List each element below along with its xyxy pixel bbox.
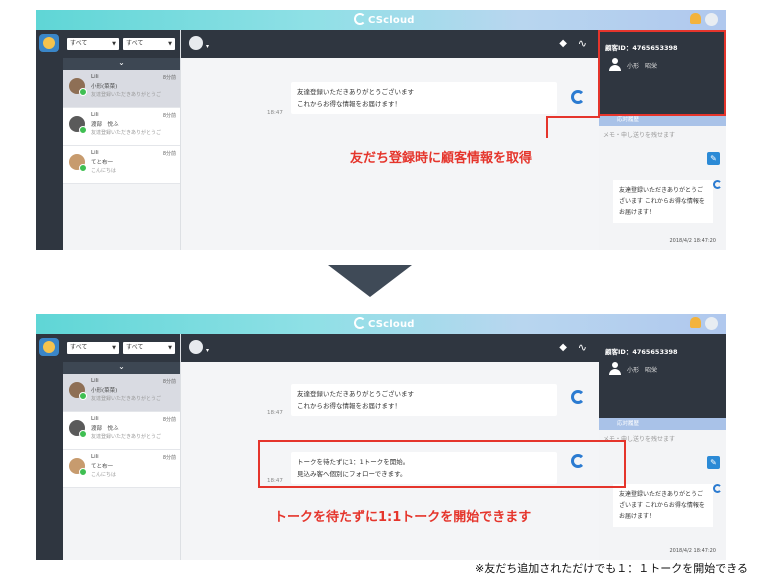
history-date: 2018/4/2 18:47:20 (669, 548, 716, 554)
history-bubble: 友達登録いただきありがとうございます これからお得な情報をお届けます！ (613, 180, 713, 223)
list-item[interactable]: Lili 小形(菜菜) 友達登録いただきありがとうご 8分前 (63, 70, 180, 108)
edit-icon[interactable]: ✎ (707, 152, 720, 165)
message-bubble: 友達登録いただきありがとうございます これからお得な情報をお届けます！ (291, 82, 557, 114)
chevron-down-icon[interactable]: ▾ (206, 43, 209, 50)
edit-icon[interactable]: ✎ (707, 456, 720, 469)
avatar[interactable] (189, 36, 203, 50)
activity-icon[interactable]: ∿ (578, 341, 587, 354)
list-item[interactable]: Lili 渡部 悦ふ 友達登録いただきありがとうご 8分前 (63, 412, 180, 450)
tag-icon[interactable]: ◆ (559, 38, 567, 49)
conversation-list: すべて すべて ⌄ Lili 小形(菜菜) 友達登録いただきありがとうご 8分前… (63, 30, 181, 250)
history-bubble: 友達登録いただきありがとうございます これからお得な情報をお届けます！ (613, 484, 713, 527)
activity-icon[interactable]: ∿ (578, 37, 587, 50)
annotation-text: 友だち登録時に顧客情報を取得 (350, 151, 533, 166)
top-bar: CScloud (36, 314, 726, 334)
app-logo: CScloud (354, 317, 415, 330)
user-menu-icon[interactable] (705, 13, 718, 26)
line-badge-icon (79, 392, 87, 400)
screenshot-after: CScloud すべて すべて ⌄ Lili 小形(菜菜) 友達登録いただきあり… (36, 314, 726, 560)
filter-select-right[interactable]: すべて (123, 38, 175, 50)
left-rail (36, 334, 63, 560)
tab-history[interactable]: 応対履歴 (599, 418, 726, 430)
chevron-down-icon[interactable]: ⌄ (63, 362, 180, 374)
conversation-list: すべて すべて ⌄ Lili 小形(菜菜) 友達登録いただきありがとうご 8分前… (63, 334, 181, 560)
footnote: ※友だち追加されただけでも１：１トークを開始できる (475, 562, 748, 575)
arrow-down-icon (328, 265, 412, 297)
left-rail (36, 30, 63, 250)
filter-select-right[interactable]: すべて (123, 342, 175, 354)
highlight-box (598, 30, 726, 116)
app-icon[interactable] (39, 34, 59, 52)
list-item[interactable]: Lili てと布一 こんにちは 8分前 (63, 146, 180, 184)
bell-icon[interactable] (690, 13, 701, 24)
cscloud-logo-icon (571, 390, 585, 404)
message-time: 18:47 (267, 110, 283, 116)
person-icon (609, 362, 621, 376)
filter-select-left[interactable]: すべて (67, 38, 119, 50)
line-badge-icon (79, 126, 87, 134)
cscloud-logo-icon (713, 180, 722, 189)
filter-bar: すべて すべて (63, 30, 180, 58)
tag-icon[interactable]: ◆ (559, 342, 567, 353)
message-time: 18:47 (267, 410, 283, 416)
chat-header: ▾ ◆ ∿ (181, 30, 599, 58)
annotation-text: トークを待たずに1:1トークを開始できます (274, 510, 532, 525)
user-menu-icon[interactable] (705, 317, 718, 330)
customer-info: 顧客ID：4765653398 小形 昭栄 (599, 334, 726, 418)
screenshot-before: CScloud すべて すべて ⌄ Lili 小形(菜菜) 友達登録いただきあり… (36, 10, 726, 250)
line-badge-icon (79, 164, 87, 172)
list-item[interactable]: Lili 小形(菜菜) 友達登録いただきありがとうご 8分前 (63, 374, 180, 412)
history-date: 2018/4/2 18:47:20 (669, 238, 716, 244)
top-bar: CScloud (36, 10, 726, 30)
line-badge-icon (79, 430, 87, 438)
line-badge-icon (79, 88, 87, 96)
chevron-down-icon[interactable]: ⌄ (63, 58, 180, 70)
callout-line (546, 116, 600, 118)
memo-field[interactable]: メモ・申し送りを残せます (603, 130, 675, 139)
app-logo: CScloud (354, 13, 415, 26)
filter-bar: すべて すべて (63, 334, 180, 362)
bell-icon[interactable] (690, 317, 701, 328)
line-badge-icon (79, 468, 87, 476)
callout-line (546, 116, 548, 138)
list-item[interactable]: Lili 渡部 悦ふ 友達登録いただきありがとうご 8分前 (63, 108, 180, 146)
avatar[interactable] (189, 340, 203, 354)
filter-select-left[interactable]: すべて (67, 342, 119, 354)
chat-header: ▾ ◆ ∿ (181, 334, 599, 362)
app-icon[interactable] (39, 338, 59, 356)
cscloud-logo-icon (571, 90, 585, 104)
chevron-down-icon[interactable]: ▾ (206, 347, 209, 354)
message-bubble: 友達登録いただきありがとうございます これからお得な情報をお届けます！ (291, 384, 557, 416)
list-item[interactable]: Lili てと布一 こんにちは 8分前 (63, 450, 180, 488)
cscloud-logo-icon (713, 484, 722, 493)
highlight-box (258, 440, 626, 488)
